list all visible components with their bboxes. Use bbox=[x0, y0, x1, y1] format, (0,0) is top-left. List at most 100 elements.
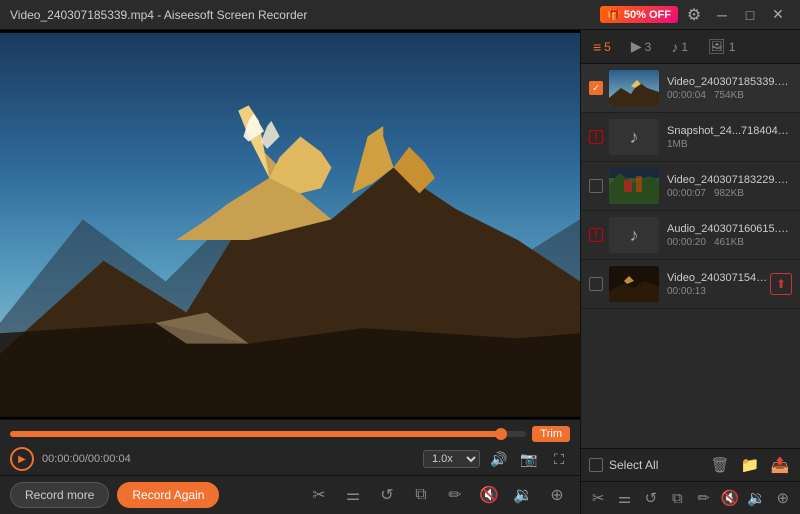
file-meta: 00:00:07 982KB bbox=[667, 188, 792, 199]
file-checkbox[interactable]: ✓ bbox=[589, 81, 603, 95]
play-button[interactable]: ▶ bbox=[10, 447, 34, 471]
trim-button[interactable]: Trim bbox=[532, 426, 570, 442]
file-meta: 00:00:04 754KB bbox=[667, 90, 792, 101]
edit-pen-icon[interactable]: ✏ bbox=[693, 486, 715, 510]
list-item[interactable]: Video_240307154314.mp4 00:00:13 ⬆ bbox=[581, 260, 800, 309]
progress-track[interactable] bbox=[10, 431, 526, 437]
mute-icon[interactable]: 🔇 bbox=[719, 486, 741, 510]
file-duration: 00:00:04 bbox=[667, 90, 706, 101]
progress-thumb[interactable] bbox=[495, 428, 507, 440]
tab-image-count: 1 bbox=[729, 40, 736, 54]
file-list: ✓ Video_2403 bbox=[581, 64, 800, 448]
select-all-row: Select All 🗑 📁 📤 bbox=[581, 448, 800, 481]
file-thumbnail bbox=[609, 266, 659, 302]
video-player[interactable] bbox=[0, 30, 580, 419]
close-button[interactable]: ✕ bbox=[766, 3, 790, 27]
rotate-icon[interactable]: ↺ bbox=[374, 482, 400, 508]
file-checkbox[interactable] bbox=[589, 277, 603, 291]
file-size: 461KB bbox=[714, 237, 744, 248]
controls-bar: Trim ▶ 00:00:00/00:00:04 1.0x 0.5x 0.75x… bbox=[0, 419, 580, 475]
right-panel: ≡ 5 ▶ 3 ♪ 1 🖼 1 ✓ bbox=[580, 30, 800, 514]
file-duration: 00:00:07 bbox=[667, 188, 706, 199]
main-layout: Trim ▶ 00:00:00/00:00:04 1.0x 0.5x 0.75x… bbox=[0, 30, 800, 514]
file-meta: 00:00:20 461KB bbox=[667, 237, 792, 248]
tab-all[interactable]: ≡ 5 bbox=[589, 37, 615, 57]
promo-badge[interactable]: 🎁 50% OFF bbox=[600, 6, 678, 23]
file-meta: 00:00:13 bbox=[667, 286, 770, 297]
settings-icon[interactable]: ⚙ bbox=[682, 3, 706, 27]
cut-icon[interactable]: ✂ bbox=[306, 482, 332, 508]
file-checkbox[interactable] bbox=[589, 179, 603, 193]
record-again-button[interactable]: Record Again bbox=[117, 482, 219, 508]
file-info: Audio_240307160615.mp3 00:00:20 461KB bbox=[667, 223, 792, 248]
file-checkbox[interactable]: ! bbox=[589, 130, 603, 144]
current-time: 00:00:00 bbox=[42, 453, 85, 465]
duplicate-icon[interactable]: ⧉ bbox=[666, 486, 688, 510]
tab-audio-count: 1 bbox=[681, 40, 688, 54]
share-button[interactable]: ⬆ bbox=[770, 273, 792, 295]
list-icon: ≡ bbox=[593, 39, 601, 55]
speed-select[interactable]: 1.0x 0.5x 0.75x 1.25x 1.5x 2.0x bbox=[423, 450, 480, 468]
file-duration: 00:00:13 bbox=[667, 286, 706, 297]
music-thumb-icon: ♪ bbox=[630, 127, 639, 148]
file-duration: 00:00:20 bbox=[667, 237, 706, 248]
select-all-checkbox[interactable] bbox=[589, 458, 603, 472]
tab-image[interactable]: 🖼 1 bbox=[704, 36, 739, 57]
gift-icon: 🎁 bbox=[607, 8, 621, 21]
refresh-icon[interactable]: ↺ bbox=[640, 486, 662, 510]
equalizer-icon[interactable]: ⚌ bbox=[613, 486, 635, 510]
copy-icon[interactable]: ⧉ bbox=[408, 482, 434, 508]
select-all-label[interactable]: Select All bbox=[609, 458, 658, 472]
progress-bar-container: Trim bbox=[10, 426, 570, 442]
minimize-button[interactable]: ─ bbox=[710, 3, 734, 27]
file-name: Video_240307185339.mp4 bbox=[667, 76, 792, 88]
tab-video[interactable]: ▶ 3 bbox=[627, 36, 655, 57]
scissors-icon[interactable]: ✂ bbox=[587, 486, 609, 510]
file-thumbnail bbox=[609, 168, 659, 204]
file-info: Video_240307185339.mp4 00:00:04 754KB bbox=[667, 76, 792, 101]
bottom-bar: Record more Record Again ✂ ⚌ ↺ ⧉ ✏ 🔇 🔉 ⊕ bbox=[0, 475, 580, 514]
tab-audio[interactable]: ♪ 1 bbox=[667, 37, 692, 57]
file-info: Video_240307183229.mp4 00:00:07 982KB bbox=[667, 174, 792, 199]
total-time: 00:00:04 bbox=[88, 453, 131, 465]
promo-text: 50% OFF bbox=[624, 9, 671, 21]
record-more-button[interactable]: Record more bbox=[10, 482, 109, 508]
file-name: Snapshot_24...7184042.png bbox=[667, 125, 792, 137]
file-name: Audio_240307160615.mp3 bbox=[667, 223, 792, 235]
volume-icon[interactable]: 🔊 bbox=[488, 448, 510, 470]
vol-icon[interactable]: 🔉 bbox=[745, 486, 767, 510]
title-bar: Video_240307185339.mp4 - Aiseesoft Scree… bbox=[0, 0, 800, 30]
video-icon: ▶ bbox=[631, 38, 642, 55]
tab-video-count: 3 bbox=[645, 40, 652, 54]
file-name: Video_240307154314.mp4 bbox=[667, 272, 770, 284]
list-item[interactable]: Video_240307183229.mp4 00:00:07 982KB bbox=[581, 162, 800, 211]
app-title: Video_240307185339.mp4 - Aiseesoft Scree… bbox=[10, 8, 307, 22]
more-icon[interactable]: ⊕ bbox=[544, 482, 570, 508]
maximize-button[interactable]: □ bbox=[738, 3, 762, 27]
split-icon[interactable]: ⚌ bbox=[340, 482, 366, 508]
music-thumb-icon: ♪ bbox=[630, 225, 639, 246]
overflow-icon[interactable]: ⊕ bbox=[772, 486, 794, 510]
camera-icon[interactable]: 📷 bbox=[518, 448, 540, 470]
audio-off-icon[interactable]: 🔇 bbox=[476, 482, 502, 508]
file-tabs: ≡ 5 ▶ 3 ♪ 1 🖼 1 bbox=[581, 30, 800, 64]
list-item[interactable]: ✓ Video_2403 bbox=[581, 64, 800, 113]
playback-row: ▶ 00:00:00/00:00:04 1.0x 0.5x 0.75x 1.25… bbox=[10, 447, 570, 471]
export-icon[interactable]: 📤 bbox=[768, 453, 792, 477]
volume-up-icon[interactable]: 🔉 bbox=[510, 482, 536, 508]
list-item[interactable]: ! ♪ Snapshot_24...7184042.png 1MB bbox=[581, 113, 800, 162]
file-name: Video_240307183229.mp4 bbox=[667, 174, 792, 186]
fullscreen-icon[interactable]: ⛶ bbox=[548, 448, 570, 470]
file-meta: 1MB bbox=[667, 139, 792, 150]
title-bar-controls: 🎁 50% OFF ⚙ ─ □ ✕ bbox=[600, 3, 790, 27]
delete-icon[interactable]: 🗑 bbox=[708, 453, 732, 477]
file-checkbox[interactable]: ! bbox=[589, 228, 603, 242]
list-item[interactable]: ! ♪ Audio_240307160615.mp3 00:00:20 461K… bbox=[581, 211, 800, 260]
file-size: 982KB bbox=[714, 188, 744, 199]
file-thumbnail: ♪ bbox=[609, 217, 659, 253]
left-panel: Trim ▶ 00:00:00/00:00:04 1.0x 0.5x 0.75x… bbox=[0, 30, 580, 514]
folder-icon[interactable]: 📁 bbox=[738, 453, 762, 477]
file-info: Video_240307154314.mp4 00:00:13 bbox=[667, 272, 770, 297]
edit-icon[interactable]: ✏ bbox=[442, 482, 468, 508]
image-icon: 🖼 bbox=[708, 38, 726, 55]
